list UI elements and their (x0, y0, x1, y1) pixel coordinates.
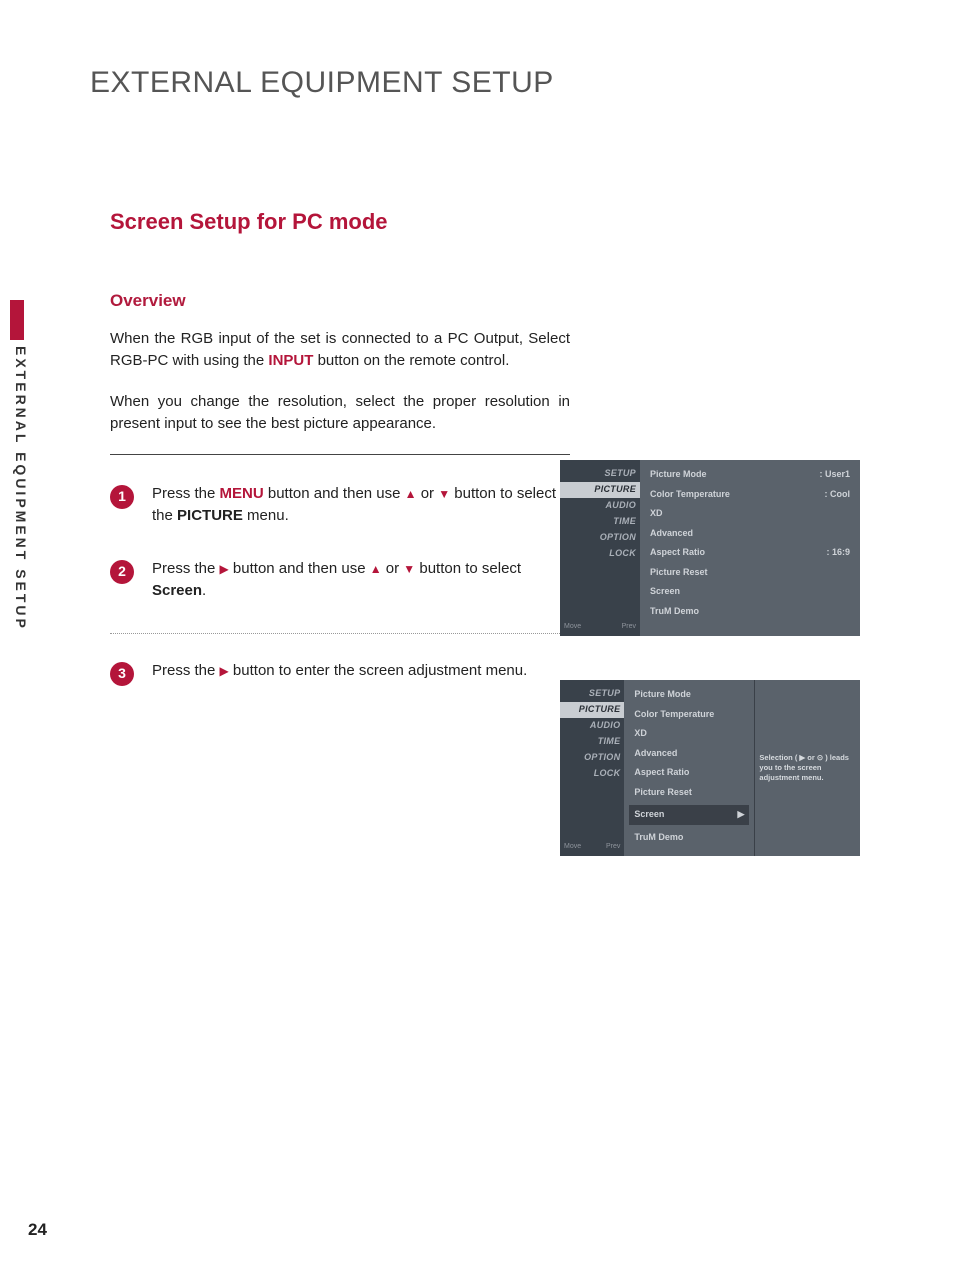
page-number: 24 (28, 1217, 47, 1243)
overview-p1-kw: INPUT (268, 352, 313, 369)
osd-nav-item[interactable]: AUDIO (560, 498, 640, 514)
osd-row[interactable]: Picture Mode (634, 688, 744, 702)
t: Press the (152, 560, 220, 577)
steps-list: 1 Press the MENU button and then use ▲ o… (110, 483, 570, 686)
osd-nav: SETUP PICTURE AUDIO TIME OPTION LOCK Mov… (560, 680, 624, 856)
overview-p2: When you change the resolution, select t… (110, 391, 570, 436)
osd-row[interactable]: Picture Reset (650, 566, 850, 580)
step-badge: 3 (110, 662, 134, 686)
osd-nav-item[interactable]: TIME (560, 734, 624, 750)
overview-heading: Overview (110, 288, 570, 314)
arrow-down-icon: ▼ (438, 485, 450, 503)
osd-nav-item[interactable]: TIME (560, 514, 640, 530)
osd-nav: SETUP PICTURE AUDIO TIME OPTION LOCK Mov… (560, 460, 640, 636)
osd-row[interactable]: Aspect Ratio: 16:9 (650, 546, 850, 560)
step-text: Press the ▶ button to enter the screen a… (152, 660, 570, 683)
arrow-up-icon: ▲ (370, 560, 382, 578)
osd-row[interactable]: XD (650, 507, 850, 521)
t: button to enter the screen adjustment me… (229, 662, 528, 679)
t: Press the (152, 662, 220, 679)
divider (110, 454, 570, 455)
osd-nav-item[interactable]: SETUP (560, 466, 640, 482)
side-tab-accent (10, 300, 24, 340)
page-title: EXTERNAL EQUIPMENT SETUP (90, 60, 874, 105)
osd-row[interactable]: Color Temperature (634, 708, 744, 722)
osd-row[interactable]: Aspect Ratio (634, 766, 744, 780)
osd-panel-2: SETUP PICTURE AUDIO TIME OPTION LOCK Mov… (560, 680, 860, 856)
section-title: Screen Setup for PC mode (110, 205, 570, 238)
step-1: 1 Press the MENU button and then use ▲ o… (110, 483, 570, 528)
osd-row[interactable]: Advanced (650, 527, 850, 541)
overview-p1: When the RGB input of the set is connect… (110, 328, 570, 373)
t: Press the (152, 485, 220, 502)
arrow-up-icon: ▲ (405, 485, 417, 503)
osd-row[interactable]: Picture Reset (634, 786, 744, 800)
dotted-divider (110, 633, 570, 634)
osd-footer-prev: Prev (622, 622, 636, 633)
menu-kw: MENU (220, 485, 264, 502)
osd-row[interactable]: TruM Demo (634, 831, 744, 845)
t: button and then use (229, 560, 370, 577)
osd-row[interactable]: TruM Demo (650, 605, 850, 619)
osd-nav-item[interactable]: AUDIO (560, 718, 624, 734)
step-text: Press the MENU button and then use ▲ or … (152, 483, 570, 528)
osd-panel-1: SETUP PICTURE AUDIO TIME OPTION LOCK Mov… (560, 460, 860, 636)
t: . (202, 582, 206, 599)
osd-nav-item[interactable]: SETUP (560, 686, 624, 702)
arrow-right-icon: ▶ (737, 808, 744, 822)
step-text: Press the ▶ button and then use ▲ or ▼ b… (152, 558, 570, 603)
arrow-down-icon: ▼ (403, 560, 415, 578)
t: button to select (415, 560, 521, 577)
osd-footer-prev: Prev (606, 842, 620, 853)
osd-row[interactable]: Advanced (634, 747, 744, 761)
osd-nav-item-selected[interactable]: PICTURE (560, 482, 640, 498)
t: menu. (243, 507, 289, 524)
osd-main: Picture Mode Color Temperature XD Advanc… (624, 680, 754, 856)
osd-row[interactable]: XD (634, 727, 744, 741)
osd-footer-move: Move (564, 842, 581, 853)
overview-p1-b: button on the remote control. (313, 352, 509, 369)
osd-nav-item[interactable]: OPTION (560, 750, 624, 766)
osd-row[interactable]: Picture Mode: User1 (650, 468, 850, 482)
osd-nav-item[interactable]: LOCK (560, 546, 640, 562)
side-tab: EXTERNAL EQUIPMENT SETUP (10, 300, 42, 631)
osd-row[interactable]: Screen (650, 585, 850, 599)
side-tab-label: EXTERNAL EQUIPMENT SETUP (10, 346, 31, 631)
step-badge: 2 (110, 560, 134, 584)
osd-nav-item-selected[interactable]: PICTURE (560, 702, 624, 718)
osd-nav-item[interactable]: LOCK (560, 766, 624, 782)
picture-kw: PICTURE (177, 507, 243, 524)
osd-nav-item[interactable]: OPTION (560, 530, 640, 546)
osd-row[interactable]: Color Temperature: Cool (650, 488, 850, 502)
arrow-right-icon: ▶ (220, 560, 229, 578)
step-3: 3 Press the ▶ button to enter the screen… (110, 660, 570, 686)
osd-hint: Selection ( ▶ or ⊙ ) leads you to the sc… (754, 680, 860, 856)
osd-main: Picture Mode: User1 Color Temperature: C… (640, 460, 860, 636)
t: button and then use (264, 485, 405, 502)
screen-kw: Screen (152, 582, 202, 599)
arrow-right-icon: ▶ (220, 662, 229, 680)
step-2: 2 Press the ▶ button and then use ▲ or ▼… (110, 558, 570, 603)
osd-row-selected[interactable]: Screen▶ (629, 805, 749, 825)
step-badge: 1 (110, 485, 134, 509)
osd-footer-move: Move (564, 622, 581, 633)
